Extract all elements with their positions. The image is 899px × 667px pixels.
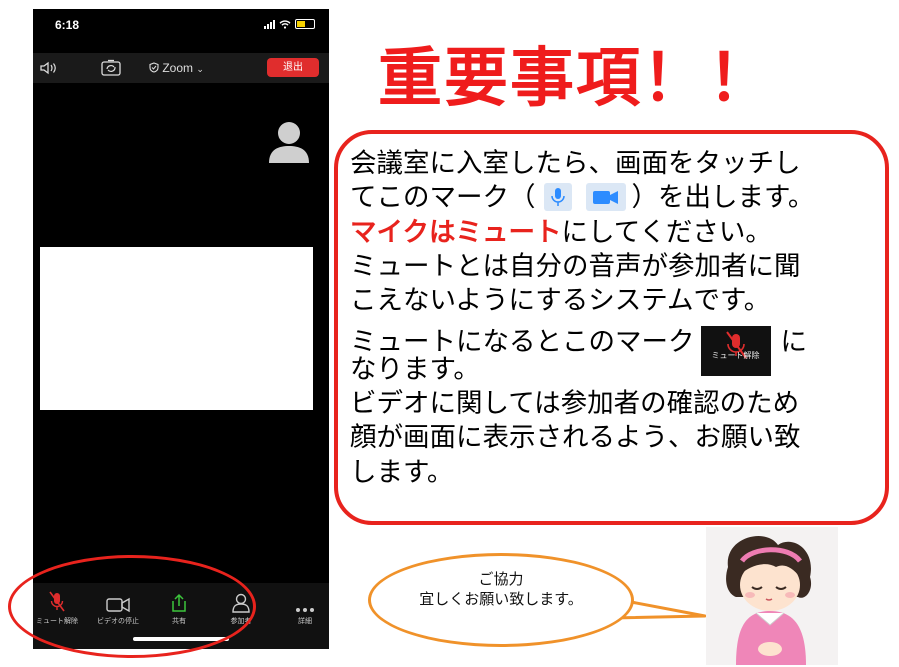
zoom-title: Zoom [162,61,194,75]
status-time: 6:18 [55,18,80,32]
shared-screen-area [40,247,313,410]
instruction-text: 会議室に入室したら、画面をタッチし てこのマーク（ ）を出します。 マイクはミュー… [350,147,880,490]
video-camera-icon [592,190,618,204]
avatar-icon [269,122,309,163]
instruction-line: 会議室に入室したら、画面をタッチし [350,148,801,179]
speaker-icon[interactable] [39,61,59,75]
bowing-girl-illustration [706,527,838,665]
more-icon [296,608,314,612]
instruction-line: ミュートとは自分の音声が参加者に聞 [350,250,801,282]
more-button[interactable]: 詳細 [277,591,329,626]
bubble-line: ご協力 [478,570,524,588]
chevron-down-icon: ⌄ [196,64,204,74]
status-icons [264,19,315,29]
bubble-text: ご協力 宜しくお願い致します。 [368,569,634,609]
battery-icon [295,19,315,29]
instruction-line: ミュートになるとこのマーク ミュート解除に [350,318,880,377]
instruction-fragment: にしてください。 [561,216,772,248]
mute-chip-label: ミュート解除 [711,351,760,361]
control-label: 詳細 [298,617,312,625]
status-bar: 6:18 [33,9,329,45]
instruction-line: ビデオに関しては参加者の確認のため [350,388,800,420]
wifi-icon [279,19,291,29]
microphone-icon [550,187,565,206]
instruction-line: マイクはミュートにしてください。 [350,216,880,250]
instruction-line: こえないようにするシステムです。 [350,285,771,317]
camera-chip [585,182,626,211]
headline: 重要事項！！ [378,42,774,116]
instruction-fragment: てこのマーク（ [350,182,536,214]
meeting-toolbar: Zoom ⌄ 退出 [33,53,329,83]
instruction-fragment: に [780,326,808,358]
signal-icon [264,19,275,29]
switch-camera-icon[interactable] [101,59,121,76]
instruction-line: します。 [350,456,454,488]
instruction-fragment: ）を出します。 [631,182,815,214]
bubble-line: 宜しくお願い致します。 [419,590,583,608]
mute-mark-chip: ミュート解除 [700,326,771,377]
zoom-security-label[interactable]: Zoom ⌄ [149,61,204,75]
leave-button[interactable]: 退出 [267,58,319,77]
shield-icon [149,62,159,73]
mic-chip [543,182,572,211]
emphasis-text: マイクはミュート [350,216,562,248]
instruction-line: 顔が画面に表示されるよう、お願い致 [350,422,801,454]
instruction-line: てこのマーク（ ）を出します。 [350,181,880,215]
highlight-ellipse [8,555,256,658]
zoom-phone-screen: 6:18 Zoom ⌄ 退出 ミュート解除 ビデオの停止 共有 参加者 詳細 [33,9,329,649]
